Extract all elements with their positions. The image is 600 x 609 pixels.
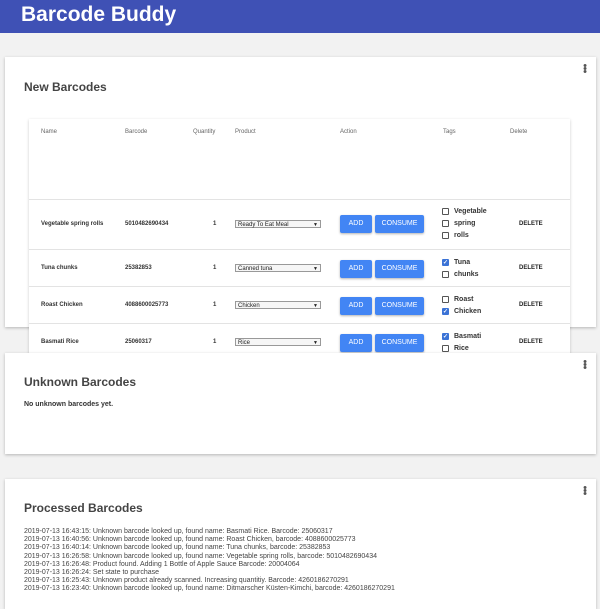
table-row: Tuna chunks 25382853 1 Canned tuna ▼ ADD… <box>29 249 570 287</box>
tag-label: Chicken <box>454 308 482 315</box>
tag-label: Roast <box>454 296 474 303</box>
consume-button[interactable]: CONSUME <box>375 260 424 278</box>
row-barcode: 5010482690434 <box>125 221 169 227</box>
tag-checkbox[interactable] <box>442 345 449 352</box>
table-row: Roast Chicken 4088600025773 1 Chicken ▼ … <box>29 286 570 324</box>
product-select-value: Ready To Eat Meal <box>238 222 289 228</box>
product-select-value: Rice <box>238 340 251 346</box>
processed-barcodes-card: • • • Processed Barcodes 2019-07-13 16:43:… <box>5 479 596 609</box>
row-name: Vegetable spring rolls <box>41 221 104 227</box>
add-button[interactable]: ADD <box>340 334 372 352</box>
tag-label: Basmati <box>454 333 482 340</box>
row-quantity: 1 <box>213 221 217 227</box>
tag-label: Tuna <box>454 259 471 266</box>
log-line: 2019-07-13 16:40:14: Unknown barcode loo… <box>24 544 331 552</box>
row-barcode: 25382853 <box>125 265 152 271</box>
row-name: Basmati Rice <box>41 339 79 345</box>
tag-label: Vegetable <box>454 208 487 215</box>
row-name: Roast Chicken <box>41 302 83 308</box>
new-barcodes-card: • • • New Barcodes Name Barcode Quantity P… <box>5 57 596 365</box>
log-line: 2019-07-13 16:25:43: Unknown product alr… <box>24 577 349 585</box>
product-select[interactable]: Canned tuna ▼ <box>235 264 321 272</box>
row-name: Tuna chunks <box>41 265 78 271</box>
consume-button[interactable]: CONSUME <box>375 334 424 352</box>
column-header-action: Action <box>340 129 357 135</box>
tag-checkbox[interactable] <box>442 296 449 303</box>
tag-label: rolls <box>454 232 469 239</box>
table-row: Vegetable spring rolls 5010482690434 1 R… <box>29 199 570 250</box>
tag-checkbox[interactable] <box>442 331 449 343</box>
row-quantity: 1 <box>213 302 217 308</box>
column-header-tags: Tags <box>443 129 456 135</box>
add-button[interactable]: ADD <box>340 215 372 233</box>
log-line: 2019-07-13 16:26:58: Unknown barcode loo… <box>24 552 377 560</box>
chevron-down-icon: ▼ <box>313 222 318 228</box>
column-header-barcode: Barcode <box>125 129 148 135</box>
consume-button[interactable]: CONSUME <box>375 215 424 233</box>
delete-button[interactable]: DELETE <box>519 265 543 271</box>
processed-barcodes-title: Processed Barcodes <box>24 501 143 515</box>
log-line: 2019-07-13 16:23:40: Unknown barcode loo… <box>24 585 395 593</box>
product-select-value: Canned tuna <box>238 266 273 272</box>
new-barcodes-title: New Barcodes <box>24 80 107 94</box>
tag-label: spring <box>454 220 476 227</box>
product-select[interactable]: Rice ▼ <box>235 338 321 346</box>
more-vert-icon[interactable]: • • • <box>583 357 587 374</box>
add-button[interactable]: ADD <box>340 297 372 315</box>
log-line: 2019-07-13 16:26:24: Set state to purcha… <box>24 569 160 577</box>
row-quantity: 1 <box>213 265 217 271</box>
row-quantity: 1 <box>213 339 217 345</box>
app-title: Barcode Buddy <box>21 3 177 26</box>
log-line: 2019-07-13 16:26:48: Product found. Addi… <box>24 560 300 568</box>
more-vert-icon[interactable]: • • • <box>583 483 587 500</box>
log-line: 2019-07-13 16:43:15: Unknown barcode loo… <box>24 528 333 535</box>
tag-checkbox[interactable] <box>442 232 449 239</box>
product-select-value: Chicken <box>238 303 260 309</box>
column-header-product: Product <box>235 129 256 135</box>
tag-checkbox[interactable] <box>442 220 449 227</box>
unknown-barcodes-title: Unknown Barcodes <box>24 375 137 389</box>
app-bar: Barcode Buddy <box>0 0 600 33</box>
row-barcode: 25060317 <box>125 339 152 345</box>
chevron-down-icon: ▼ <box>313 266 318 272</box>
delete-button[interactable]: DELETE <box>519 302 543 308</box>
unknown-barcodes-card: • • • Unknown Barcodes No unknown barcodes… <box>5 353 596 454</box>
row-barcode: 4088600025773 <box>125 302 169 308</box>
column-header-quantity: Quantity <box>193 129 216 135</box>
more-vert-icon[interactable]: • • • <box>583 61 587 78</box>
product-select[interactable]: Chicken ▼ <box>235 301 321 309</box>
column-header-name: Name <box>41 129 58 135</box>
chevron-down-icon: ▼ <box>313 340 318 346</box>
product-select[interactable]: Ready To Eat Meal ▼ <box>235 220 321 228</box>
log-line: 2019-07-13 16:40:56: Unknown barcode loo… <box>24 536 356 544</box>
tag-checkbox[interactable] <box>442 208 449 215</box>
consume-button[interactable]: CONSUME <box>375 297 424 315</box>
tag-checkbox[interactable] <box>442 271 449 278</box>
tag-checkbox[interactable] <box>442 306 449 318</box>
unknown-barcodes-message: No unknown barcodes yet. <box>24 401 114 408</box>
new-barcodes-table: Name Barcode Quantity Product Action Tag… <box>29 119 570 365</box>
delete-button[interactable]: DELETE <box>519 339 543 345</box>
tag-checkbox[interactable] <box>442 257 449 269</box>
column-header-delete: Delete <box>510 129 528 135</box>
tag-label: chunks <box>454 271 479 278</box>
add-button[interactable]: ADD <box>340 260 372 278</box>
delete-button[interactable]: DELETE <box>519 221 543 227</box>
chevron-down-icon: ▼ <box>313 303 318 309</box>
processed-log: 2019-07-13 16:43:15: Unknown barcode loo… <box>24 528 395 594</box>
